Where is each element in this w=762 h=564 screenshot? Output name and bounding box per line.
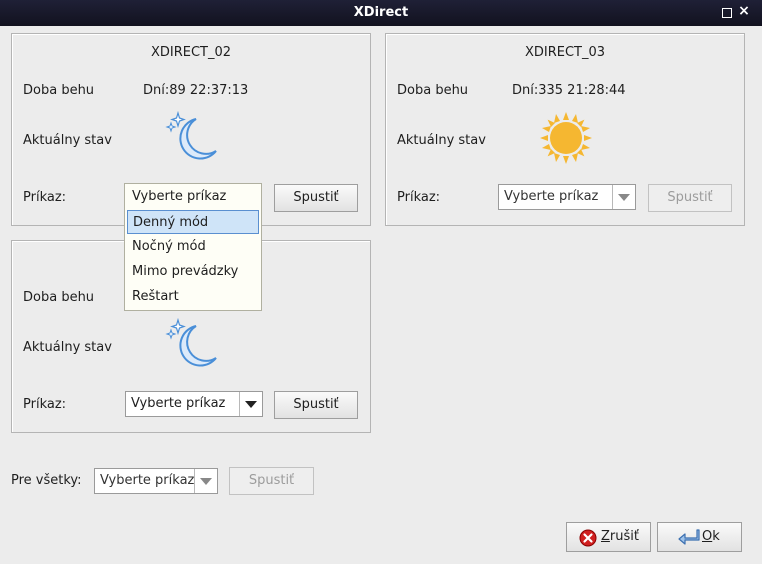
enter-arrow-icon xyxy=(678,529,700,545)
runtime-value: Dní:335 21:28:44 xyxy=(512,83,626,98)
moon-icon xyxy=(165,317,217,367)
dropdown-item[interactable]: Mimo prevádzky xyxy=(125,260,261,284)
panel-xdirect-03: XDIRECT_03 Doba behu Dní:335 21:28:44 Ak… xyxy=(385,33,745,226)
for-all-command-select[interactable]: Vyberte príkaz xyxy=(94,468,218,494)
state-label: Aktuálny stav xyxy=(23,133,112,148)
panel-title: XDIRECT_02 xyxy=(150,45,232,60)
dropdown-item[interactable]: Vyberte príkaz xyxy=(125,185,261,209)
moon-icon xyxy=(165,110,217,160)
ok-button[interactable]: Ok xyxy=(657,522,742,552)
maximize-icon[interactable] xyxy=(722,8,732,18)
dropdown-item-highlighted[interactable]: Denný mód xyxy=(127,210,259,234)
run-button[interactable]: Spustiť xyxy=(274,391,358,419)
dropdown-item[interactable]: Reštart xyxy=(125,285,261,309)
close-icon[interactable]: × xyxy=(738,4,750,18)
cancel-label: Zrušiť xyxy=(601,529,639,544)
chevron-down-icon[interactable] xyxy=(194,469,217,493)
command-dropdown-list[interactable]: Vyberte príkaz Denný mód Nočný mód Mimo … xyxy=(124,183,262,311)
dropdown-item[interactable]: Nočný mód xyxy=(125,235,261,259)
command-select[interactable]: Vyberte príkaz xyxy=(125,391,263,417)
command-label: Príkaz: xyxy=(397,190,441,205)
state-label: Aktuálny stav xyxy=(397,133,486,148)
runtime-label: Doba behu xyxy=(23,290,95,305)
runtime-value: Dní:89 22:37:13 xyxy=(143,83,249,98)
cancel-button[interactable]: Zrušiť xyxy=(566,522,651,552)
ok-label: Ok xyxy=(702,529,720,544)
command-select-value: Vyberte príkaz xyxy=(131,396,226,411)
for-all-select-value: Vyberte príkaz xyxy=(100,473,195,488)
window-title: XDirect xyxy=(353,5,409,20)
command-select[interactable]: Vyberte príkaz xyxy=(498,184,636,210)
runtime-label: Doba behu xyxy=(397,83,469,98)
title-bar[interactable]: XDirect × xyxy=(0,0,762,26)
command-select-value: Vyberte príkaz xyxy=(504,189,599,204)
command-label: Príkaz: xyxy=(23,397,67,412)
for-all-label: Pre všetky: xyxy=(11,473,82,488)
chevron-down-icon[interactable] xyxy=(612,185,635,209)
runtime-label: Doba behu xyxy=(23,83,95,98)
for-all-run-button[interactable]: Spustiť xyxy=(229,467,314,495)
cancel-icon xyxy=(579,529,597,547)
panel-title: XDIRECT_03 xyxy=(524,45,606,60)
state-label: Aktuálny stav xyxy=(23,340,112,355)
chevron-down-icon[interactable] xyxy=(239,392,262,416)
sun-icon xyxy=(540,112,592,164)
command-label: Príkaz: xyxy=(23,190,67,205)
run-button[interactable]: Spustiť xyxy=(648,184,732,212)
run-button[interactable]: Spustiť xyxy=(274,184,358,212)
